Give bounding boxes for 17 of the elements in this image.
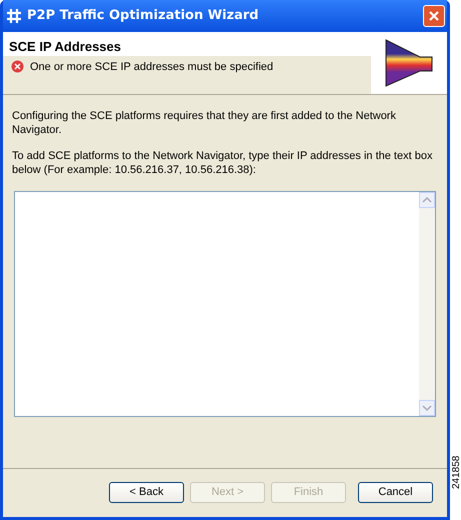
error-message: One or more SCE IP addresses must be specified bbox=[30, 60, 274, 75]
window-title: P2P Traffic Optimization Wizard bbox=[27, 7, 260, 26]
close-icon bbox=[428, 10, 440, 22]
wizard-button[interactable]: Cancel bbox=[358, 482, 433, 503]
error-icon bbox=[11, 60, 24, 73]
scroll-down-icon[interactable] bbox=[419, 400, 435, 416]
instruction-text: To add SCE platforms to the Network Navigator, type their IP addresses in the text box below (For example: 10.56.216.37, 10.56.216.38): bbox=[12, 149, 434, 177]
app-icon bbox=[6, 8, 22, 24]
instruction-text: Configuring the SCE platforms requires that they are first added to the Network Navigator. bbox=[12, 109, 397, 137]
figure-number: 241858 bbox=[450, 452, 461, 490]
wizard-button[interactable]: < Back bbox=[109, 482, 184, 503]
scrollbar[interactable] bbox=[419, 192, 435, 416]
scroll-up-icon[interactable] bbox=[419, 192, 435, 208]
ip-addresses-textarea[interactable] bbox=[14, 191, 436, 417]
close-button[interactable] bbox=[423, 5, 445, 27]
page-title: SCE IP Addresses bbox=[8, 38, 122, 56]
wizard-logo bbox=[384, 39, 434, 87]
